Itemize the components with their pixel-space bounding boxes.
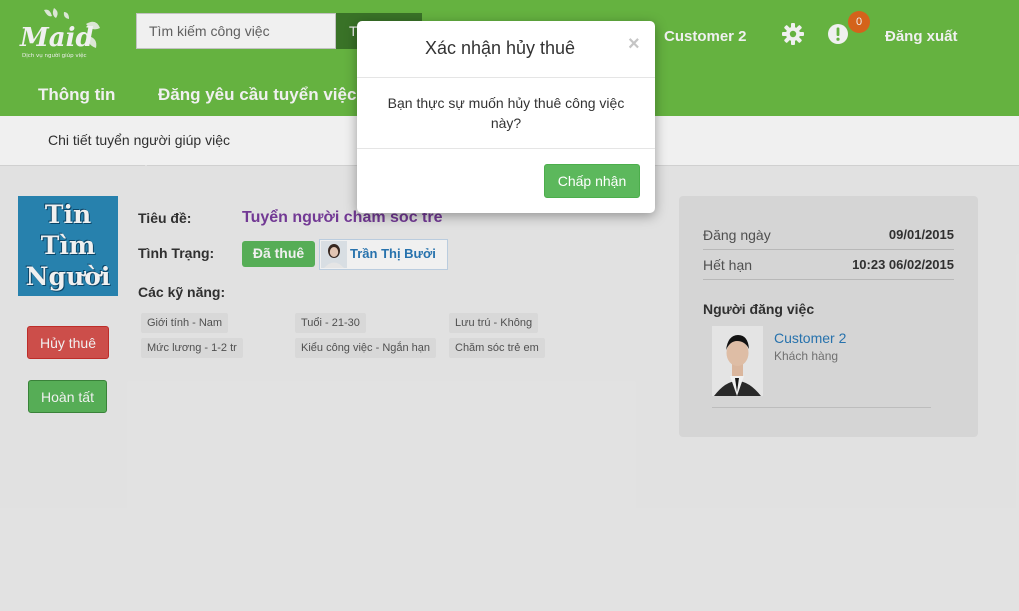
cancel-hire-dialog: Xác nhận hủy thuê × Bạn thực sự muốn hủy… <box>357 21 655 213</box>
dialog-message: Bạn thực sự muốn hủy thuê công việc này? <box>387 95 625 131</box>
close-icon[interactable]: × <box>628 34 640 54</box>
dialog-header: Xác nhận hủy thuê × <box>357 21 655 78</box>
dialog-title: Xác nhận hủy thuê <box>424 38 576 58</box>
accept-button[interactable]: Chấp nhận <box>544 164 640 198</box>
dialog-footer-divider <box>357 148 655 149</box>
